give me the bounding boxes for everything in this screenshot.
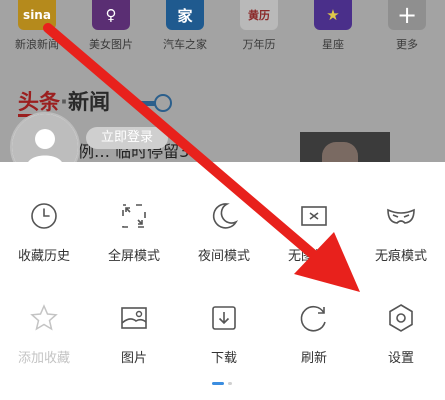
app-label: 更多 xyxy=(396,38,418,51)
refresh-icon xyxy=(300,306,326,332)
menu-item-label: 无痕模式 xyxy=(374,249,427,264)
app-beauty-pics[interactable]: ♀ 美女图片 xyxy=(74,0,148,52)
menu-item-label: 下载 xyxy=(210,351,237,366)
picture-icon xyxy=(121,307,147,329)
star-icon xyxy=(30,304,58,331)
app-horoscope[interactable]: ★ 星座 xyxy=(296,0,370,52)
menu-item-label: 夜间模式 xyxy=(197,249,250,264)
menu-item-label: 收藏历史 xyxy=(17,249,70,264)
menu-item-night-mode[interactable]: 夜间模式 xyxy=(183,200,265,264)
app-label: 万年历 xyxy=(242,38,276,51)
beauty-pics-icon: ♀ xyxy=(92,0,130,30)
clock-icon xyxy=(31,203,57,229)
sina-news-icon: sina xyxy=(18,0,56,30)
menu-item-history[interactable]: 收藏历史 xyxy=(3,200,85,264)
app-calendar[interactable]: 黄历 万年历 xyxy=(222,0,296,52)
app-sina-news[interactable]: sina 新浪新闻 xyxy=(0,0,74,52)
menu-item-label: 全屏模式 xyxy=(107,249,160,264)
more-icon: + xyxy=(388,0,426,30)
autohome-icon: 家 xyxy=(166,0,204,30)
app-label: 美女图片 xyxy=(89,38,133,51)
settings-hexagon-icon xyxy=(389,304,413,332)
menu-item-label: 图片 xyxy=(120,351,147,366)
page-dot xyxy=(228,382,232,385)
menu-item-label: 刷新 xyxy=(300,351,327,366)
horoscope-icon: ★ xyxy=(314,0,352,30)
mask-icon xyxy=(387,208,415,224)
app-more[interactable]: + 更多 xyxy=(370,0,444,52)
login-button[interactable]: 立即登录 xyxy=(86,127,168,149)
app-label: 星座 xyxy=(322,38,344,51)
app-label: 汽车之家 xyxy=(163,38,207,51)
news-tab-toutiao: 头条 xyxy=(18,90,60,114)
news-toggle-switch[interactable] xyxy=(136,94,172,112)
menu-item-incognito[interactable]: 无痕模式 xyxy=(360,200,442,264)
menu-item-download[interactable]: 下载 xyxy=(183,302,265,366)
menu-item-no-image[interactable]: 无图模式 xyxy=(273,200,355,264)
app-autohome[interactable]: 家 汽车之家 xyxy=(148,0,222,52)
menu-item-fullscreen[interactable]: 全屏模式 xyxy=(93,200,175,264)
moon-icon xyxy=(212,203,239,229)
menu-item-settings[interactable]: 设置 xyxy=(360,302,442,366)
menu-item-label: 设置 xyxy=(387,351,414,366)
menu-item-pictures[interactable]: 图片 xyxy=(93,302,175,366)
download-icon xyxy=(212,306,236,330)
news-tab-header[interactable]: 头条·新闻 xyxy=(18,86,110,116)
toggle-knob xyxy=(154,94,172,112)
fullscreen-icon xyxy=(122,204,146,228)
browser-menu-sheet: 收藏历史 全屏模式 夜间模式 无图模式 无痕模式 添加收藏 图片 下载 刷新 设… xyxy=(0,162,445,400)
menu-item-label: 无图模式 xyxy=(287,249,340,264)
menu-item-label: 添加收藏 xyxy=(17,351,70,366)
news-tab-separator: · xyxy=(60,90,68,114)
menu-item-refresh[interactable]: 刷新 xyxy=(273,302,355,366)
no-image-icon xyxy=(301,206,327,226)
page-dot-active xyxy=(212,382,224,385)
app-label: 新浪新闻 xyxy=(15,38,59,51)
news-tab-xinwen: 新闻 xyxy=(67,90,110,114)
calendar-icon: 黄历 xyxy=(240,0,278,30)
menu-item-add-bookmark[interactable]: 添加收藏 xyxy=(3,302,85,366)
